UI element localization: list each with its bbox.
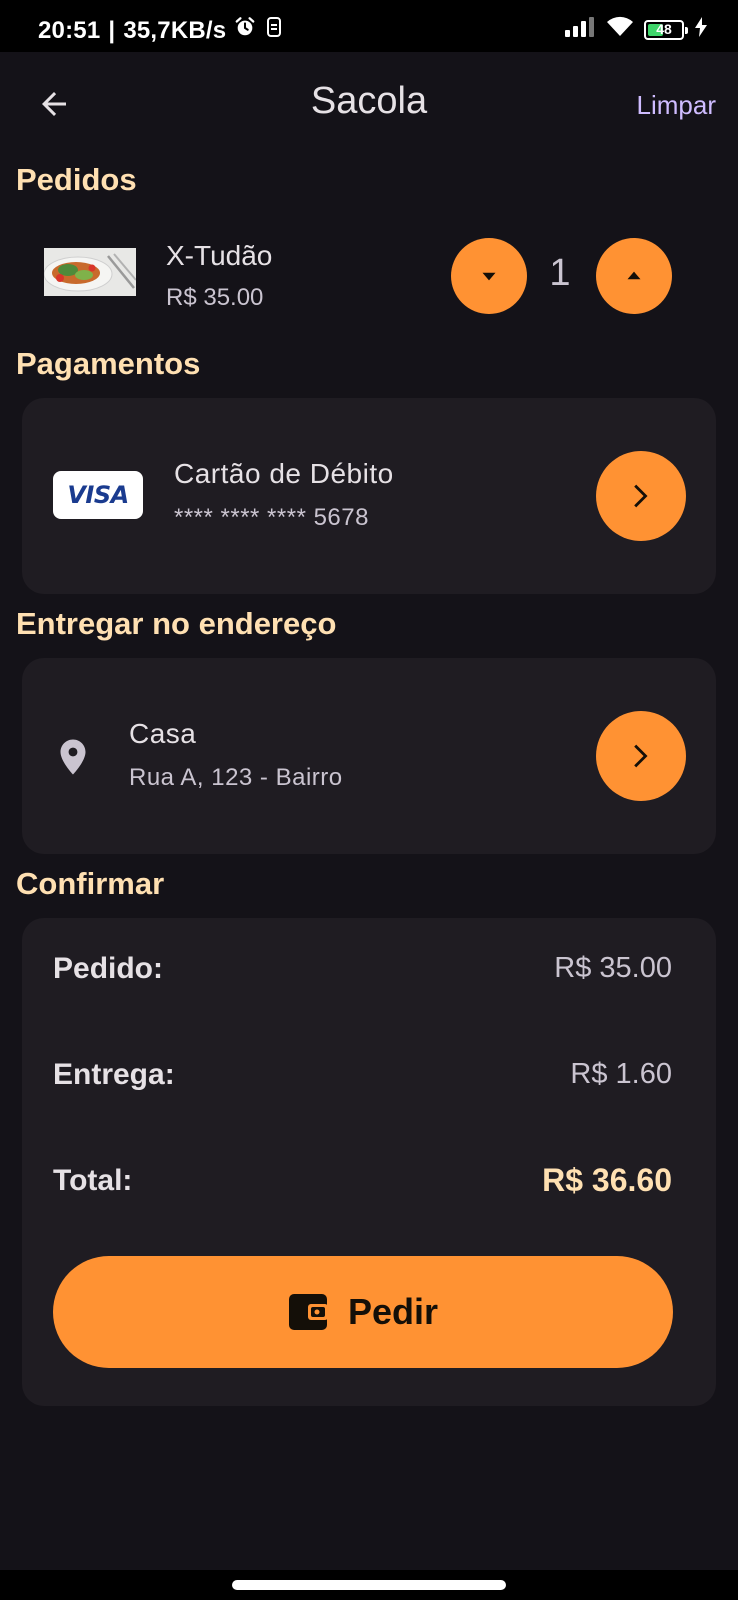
quantity-value: 1: [549, 252, 571, 294]
order-subtotal-label: Pedido:: [53, 952, 163, 985]
charging-icon: [694, 16, 708, 43]
address-label: Casa: [129, 718, 197, 749]
signal-icon: [564, 16, 596, 43]
place-order-label: Pedir: [347, 1291, 439, 1332]
card-number: **** **** **** 5678: [174, 504, 369, 531]
status-time: 20:51: [38, 16, 101, 44]
decrease-quantity-button[interactable]: [451, 238, 527, 314]
chevron-right-icon: [634, 744, 648, 768]
chevron-right-icon: [634, 484, 648, 508]
change-payment-button[interactable]: [596, 451, 686, 541]
card-brand: VISA: [67, 481, 129, 509]
sync-icon: [264, 16, 284, 45]
section-heading-delivery: Entregar no endereço: [16, 606, 337, 641]
total-label: Total:: [53, 1164, 133, 1197]
status-right: 48: [564, 16, 708, 43]
item-price: R$ 35.00: [166, 284, 264, 311]
item-name: X-Tudão: [166, 240, 273, 271]
wallet-icon: [288, 1294, 328, 1330]
order-item: X-Tudão R$ 35.00 1: [0, 220, 738, 330]
increase-quantity-button[interactable]: [596, 238, 672, 314]
alarm-icon: [234, 16, 256, 45]
delivery-fee-value: R$ 1.60: [570, 1058, 672, 1090]
place-order-button[interactable]: Pedir: [53, 1256, 673, 1368]
clear-button[interactable]: Limpar: [637, 90, 716, 121]
home-indicator[interactable]: [232, 1580, 506, 1590]
wifi-icon: [606, 16, 634, 43]
total-value: R$ 36.60: [542, 1162, 672, 1198]
section-heading-payments: Pagamentos: [16, 346, 201, 381]
status-network-speed: 35,7KB/s: [123, 16, 227, 44]
change-address-button[interactable]: [596, 711, 686, 801]
summary-card: Pedido: R$ 35.00 Entrega: R$ 1.60 Total:…: [22, 918, 716, 1406]
payment-card: VISA Cartão de Débito **** **** **** 567…: [22, 398, 716, 594]
cart-screen: 20:51 | 35,7KB/s 48 Sacola Limpar Pedido…: [0, 0, 738, 1600]
food-image: [44, 248, 136, 296]
order-subtotal-value: R$ 35.00: [554, 952, 672, 984]
visa-logo: VISA: [53, 471, 143, 519]
address-card: Casa Rua A, 123 - Bairro: [22, 658, 716, 854]
payment-method: Cartão de Débito: [174, 458, 394, 489]
battery-level: 48: [656, 20, 672, 37]
caret-up-icon: [627, 271, 641, 280]
location-pin-icon: [58, 738, 88, 781]
section-heading-orders: Pedidos: [16, 162, 137, 197]
caret-down-icon: [482, 272, 496, 281]
status-left: 20:51 | 35,7KB/s: [38, 16, 284, 45]
address-line: Rua A, 123 - Bairro: [129, 764, 343, 791]
page-title: Sacola: [310, 80, 428, 122]
delivery-fee-label: Entrega:: [53, 1058, 175, 1091]
app-bar: Sacola Limpar: [0, 52, 738, 156]
battery-icon: 48: [644, 19, 688, 40]
status-bar: 20:51 | 35,7KB/s 48: [0, 0, 738, 52]
status-separator: |: [108, 16, 116, 44]
section-heading-confirm: Confirmar: [16, 866, 165, 901]
